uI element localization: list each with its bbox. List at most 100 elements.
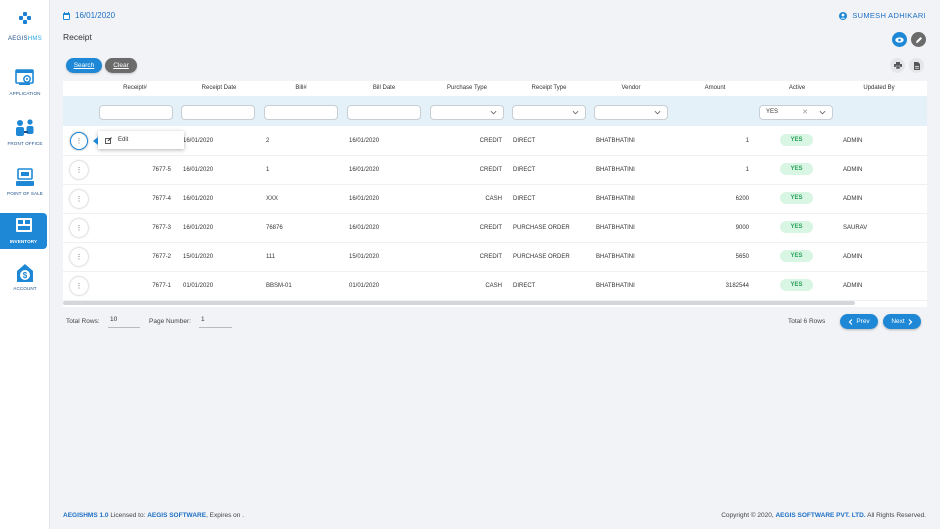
- user-icon: [839, 11, 848, 20]
- active-status-badge: YES: [780, 279, 813, 291]
- chevron-down-icon: [572, 110, 579, 115]
- cell-bill: BBSM-01: [266, 283, 292, 289]
- next-label: Next: [891, 318, 905, 325]
- user-name: SUMESH ADHIKARI: [852, 11, 926, 20]
- cell-receipt-date: 15/01/2020: [183, 254, 214, 260]
- column-header-purchase-type[interactable]: Purchase Type: [437, 85, 497, 91]
- active-status-badge: YES: [780, 134, 813, 146]
- page-number-label: Page Number:: [149, 318, 191, 325]
- active-filter-value: YES: [766, 109, 779, 115]
- cell-purchase-type: CASH: [485, 196, 502, 202]
- edit-mode-button[interactable]: [911, 32, 926, 47]
- purchase-type-filter-select[interactable]: [430, 105, 504, 120]
- column-header-receipt-type[interactable]: Receipt Type: [519, 85, 579, 91]
- column-header-active[interactable]: Active: [777, 85, 817, 91]
- footer-licensee: AEGIS SOFTWARE: [147, 512, 207, 519]
- user-menu[interactable]: SUMESH ADHIKARI: [839, 11, 926, 20]
- context-menu-pointer: [93, 137, 98, 145]
- sidebar-item-inventory[interactable]: INVENTORY: [0, 213, 47, 249]
- cell-amount: 3182544: [725, 283, 749, 289]
- cell-receipt-date: 16/01/2020: [183, 167, 214, 173]
- column-header-bill[interactable]: Bill#: [283, 85, 319, 91]
- vendor-filter-select[interactable]: [594, 105, 668, 120]
- sidebar-item-application[interactable]: APPLICATION: [0, 68, 50, 96]
- calendar-icon: [63, 11, 70, 20]
- cell-purchase-type: CREDIT: [479, 138, 502, 144]
- table-row[interactable]: ⋮ 16/01/2020 2 16/01/2020 CREDIT DIRECT BHATBH…: [63, 127, 927, 156]
- table-row[interactable]: ⋮ 7677-5 16/01/2020 1 16/01/2020 CREDIT DIRECT…: [63, 156, 927, 185]
- table-row[interactable]: ⋮ 7677-2 15/01/2020 111 15/01/2020 CREDIT PURC…: [63, 243, 927, 272]
- column-header-vendor[interactable]: Vendor: [611, 85, 651, 91]
- svg-text:$: $: [23, 271, 28, 280]
- next-button[interactable]: Next: [883, 314, 921, 329]
- receipt-date-filter-input[interactable]: [181, 105, 255, 120]
- sidebar-item-front-office[interactable]: FRONT OFFICE: [0, 118, 50, 146]
- cell-updated-by: ADMIN: [843, 254, 863, 260]
- footer-product: AEGISHMS 1.0: [63, 512, 109, 519]
- application-settings-icon: [15, 69, 34, 85]
- table-row[interactable]: ⋮ 7677-4 16/01/2020 XXX 16/01/2020 CASH DIRECT…: [63, 185, 927, 214]
- column-header-amount[interactable]: Amount: [693, 85, 737, 91]
- table-row[interactable]: ⋮ 7677-1 01/01/2020 BBSM-01 01/01/2020 CASH DI…: [63, 272, 927, 301]
- cell-vendor: BHATBHATINI: [596, 283, 635, 289]
- footer-license: AEGISHMS 1.0 Licensed to: AEGIS SOFTWARE…: [63, 512, 244, 519]
- cell-vendor: BHATBHATINI: [596, 138, 635, 144]
- horizontal-scrollbar[interactable]: [63, 301, 855, 305]
- active-status-badge: YES: [780, 192, 813, 204]
- bill-filter-input[interactable]: [264, 105, 338, 120]
- cell-bill-date: 01/01/2020: [349, 283, 380, 289]
- cell-receipt-type: DIRECT: [513, 167, 536, 173]
- sidebar-item-account[interactable]: $ ACCOUNT: [0, 263, 50, 291]
- context-menu-edit[interactable]: Edit: [118, 137, 128, 143]
- cell-receipt: 7677-3: [152, 225, 171, 231]
- cell-receipt-type: PURCHASE ORDER: [513, 225, 570, 231]
- page-number-input[interactable]: 1: [199, 316, 232, 328]
- cell-bill: 111: [266, 254, 276, 260]
- total-rows-input[interactable]: 10: [108, 316, 140, 328]
- date-text: 16/01/2020: [75, 11, 116, 20]
- cell-bill-date: 16/01/2020: [349, 138, 380, 144]
- cell-purchase-type: CREDIT: [479, 167, 502, 173]
- cell-bill: 2: [266, 138, 270, 144]
- active-filter-select[interactable]: YES ✕: [759, 105, 833, 120]
- cell-bill-date: 15/01/2020: [349, 254, 380, 260]
- cell-bill: 76876: [266, 225, 283, 231]
- prev-button[interactable]: Prev: [840, 314, 878, 329]
- table-row[interactable]: ⋮ 7677-3 16/01/2020 76876 16/01/2020 CREDIT PU…: [63, 214, 927, 243]
- column-header-updated-by[interactable]: Updated By: [851, 85, 907, 91]
- receipt-type-filter-select[interactable]: [512, 105, 586, 120]
- cell-updated-by: ADMIN: [843, 283, 863, 289]
- front-office-people-icon: [16, 119, 34, 136]
- sidebar-item-label: POINT OF SALE: [7, 191, 43, 196]
- chevron-left-icon: [848, 318, 853, 325]
- print-button[interactable]: [890, 58, 905, 73]
- cell-receipt: 7677-5: [152, 167, 171, 173]
- total-rows-label: Total Rows:: [66, 318, 100, 325]
- footer-copyright: Copyright © 2020, AEGIS SOFTWARE PVT. LT…: [721, 512, 926, 519]
- cell-vendor: BHATBHATINI: [596, 167, 635, 173]
- row-actions-button[interactable]: ⋮: [70, 132, 88, 150]
- row-context-menu[interactable]: Edit: [98, 131, 184, 149]
- clear-button[interactable]: Clear: [105, 58, 137, 73]
- eye-icon: [895, 36, 904, 43]
- column-header-receipt[interactable]: Receipt#: [115, 85, 155, 91]
- cell-bill: 1: [266, 167, 270, 173]
- filter-row: YES ✕: [63, 96, 927, 126]
- export-button[interactable]: [909, 58, 924, 73]
- column-header-bill-date[interactable]: Bill Date: [361, 85, 407, 91]
- logo-icon: [19, 12, 31, 24]
- view-button[interactable]: [892, 32, 907, 47]
- bill-date-filter-input[interactable]: [347, 105, 421, 120]
- search-button[interactable]: Search: [66, 58, 102, 73]
- chevron-down-icon: [819, 110, 826, 115]
- total-rows-summary: Total 6 Rows: [788, 318, 826, 325]
- account-dollar-icon: $: [17, 264, 33, 282]
- clear-selection-icon[interactable]: ✕: [802, 109, 808, 116]
- cell-updated-by: ADMIN: [843, 196, 863, 202]
- logo[interactable]: AEGISHMS: [0, 12, 50, 45]
- receipt-filter-input[interactable]: [99, 105, 173, 120]
- cell-receipt-date: 16/01/2020: [183, 196, 214, 202]
- column-header-receipt-date[interactable]: Receipt Date: [191, 85, 247, 91]
- sidebar-item-point-of-sale[interactable]: POINT OF SALE: [0, 168, 50, 196]
- cell-receipt: 7677-1: [152, 283, 171, 289]
